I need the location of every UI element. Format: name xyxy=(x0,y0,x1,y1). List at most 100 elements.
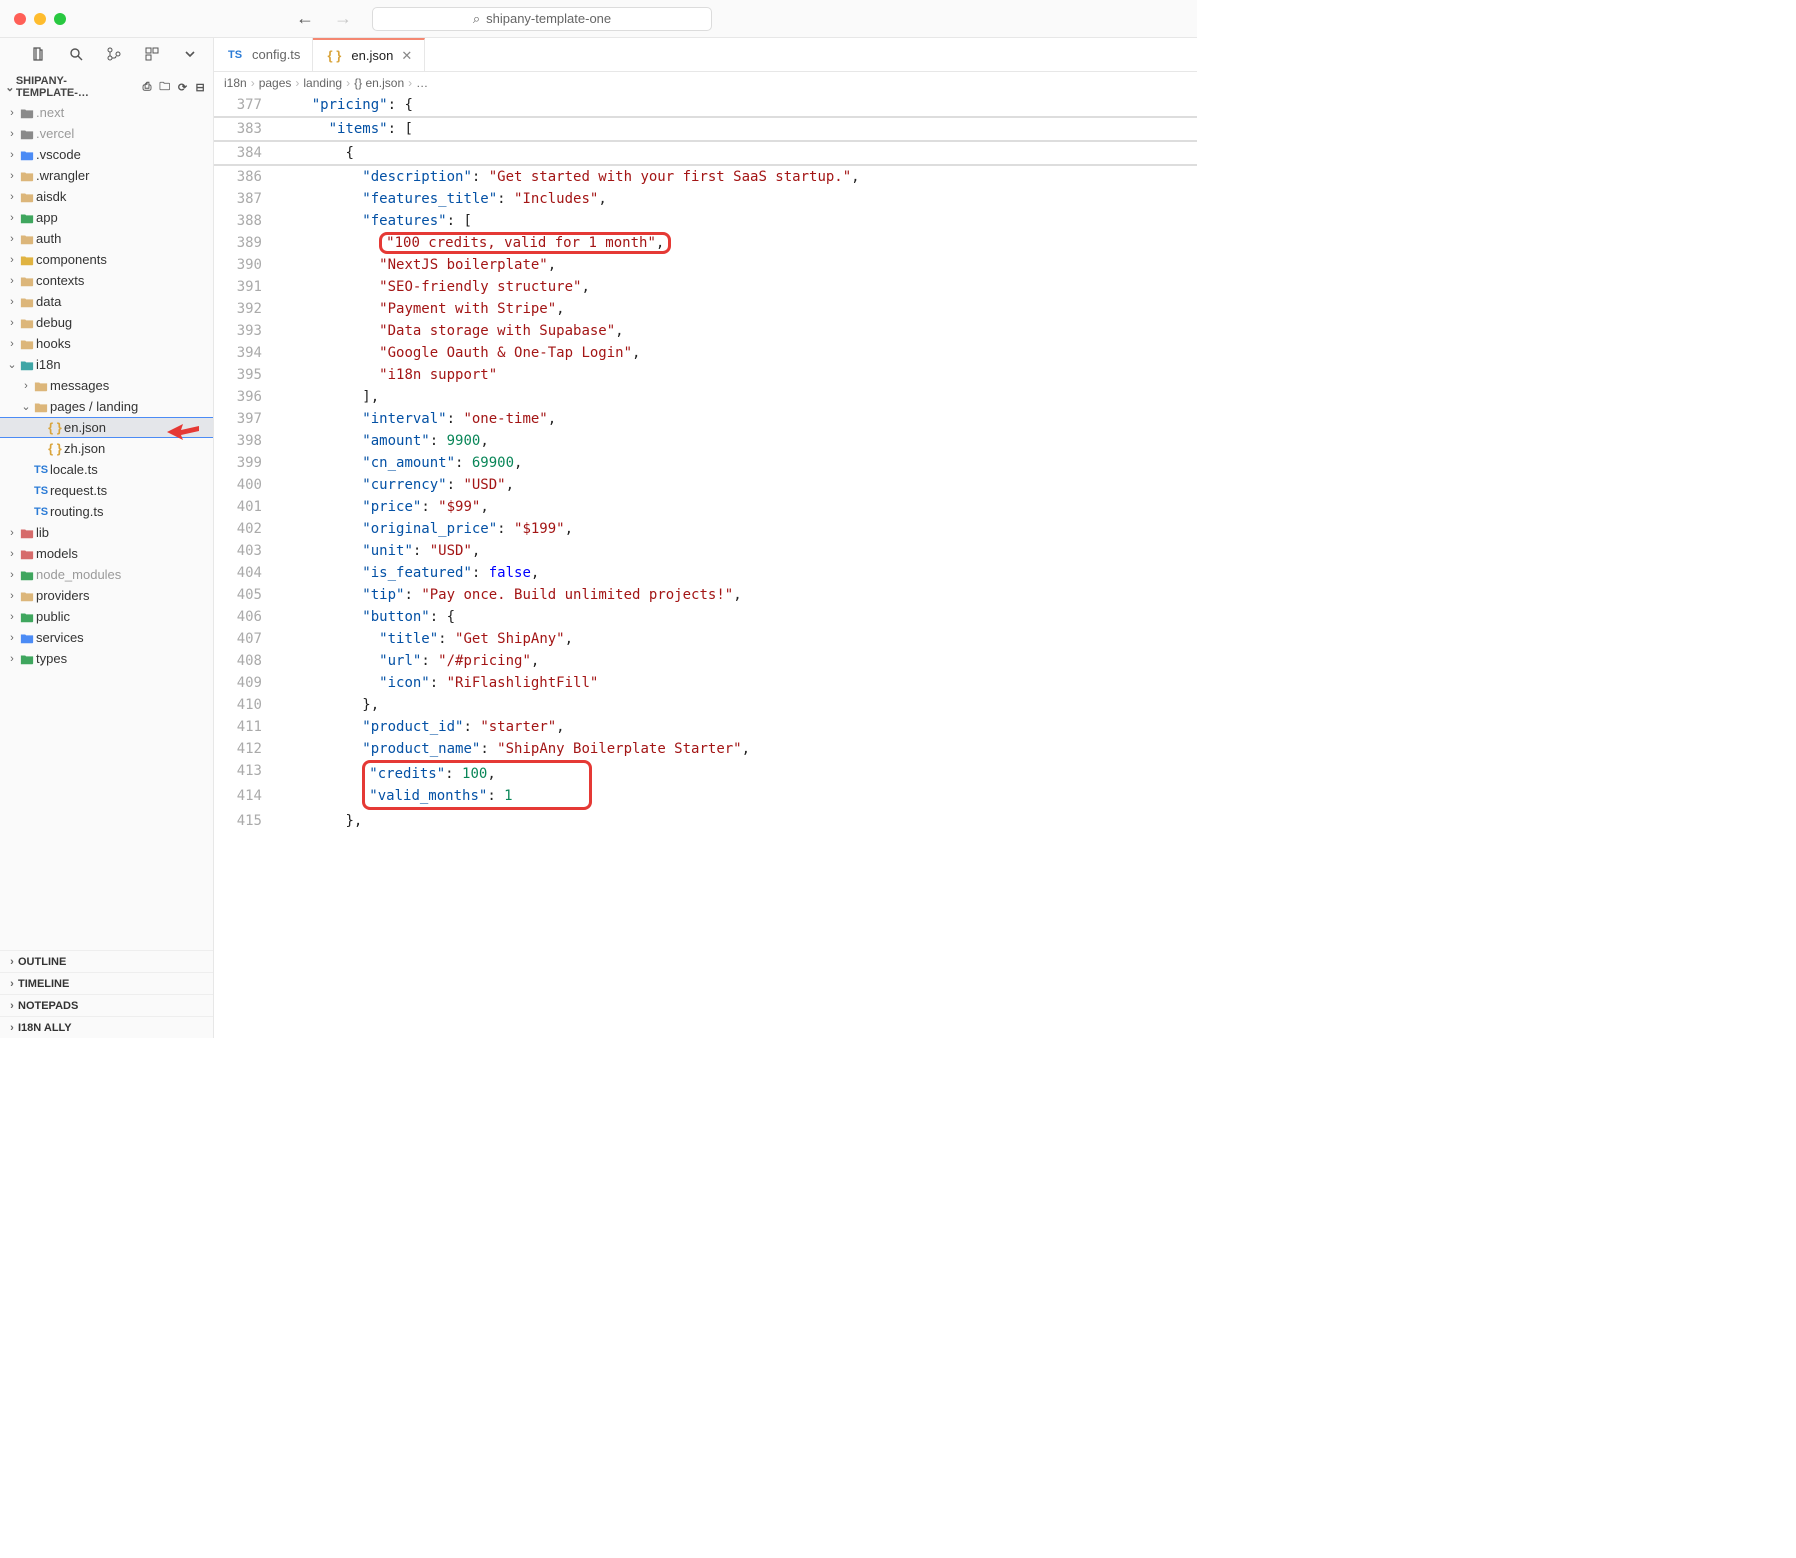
code-line[interactable]: 404 "is_featured": false, xyxy=(214,562,1197,584)
file-tree-item[interactable]: › app xyxy=(0,207,213,228)
breadcrumb-item[interactable]: landing xyxy=(303,76,342,90)
extensions-icon[interactable] xyxy=(144,46,160,65)
forward-icon[interactable]: → xyxy=(334,8,352,29)
file-tree-item[interactable]: ⌄ pages / landing xyxy=(0,396,213,417)
file-tree-item[interactable]: › aisdk xyxy=(0,186,213,207)
code-line[interactable]: 405 "tip": "Pay once. Build unlimited pr… xyxy=(214,584,1197,606)
refresh-icon[interactable]: ⟳ xyxy=(174,81,192,94)
code-line[interactable]: 387 "features_title": "Includes", xyxy=(214,188,1197,210)
sidebar: ⌄ SHIPANY-TEMPLATE-… ⎙ 🗀 ⟳ ⊟ › .next› .v… xyxy=(0,38,214,1038)
file-tree-item[interactable]: › models xyxy=(0,543,213,564)
code-line[interactable]: 415 }, xyxy=(214,810,1197,832)
close-dot[interactable] xyxy=(14,13,26,25)
file-tree-item[interactable]: › contexts xyxy=(0,270,213,291)
file-tree-item[interactable]: › messages xyxy=(0,375,213,396)
json-icon: { } xyxy=(46,441,64,456)
code-line[interactable]: 413 "credits": 100, xyxy=(214,760,1197,785)
file-tree-item[interactable]: { } en.json xyxy=(0,417,213,438)
code-line[interactable]: 397 "interval": "one-time", xyxy=(214,408,1197,430)
code-line[interactable]: 394 "Google Oauth & One-Tap Login", xyxy=(214,342,1197,364)
file-tree-item[interactable]: { } zh.json xyxy=(0,438,213,459)
explorer-header[interactable]: ⌄ SHIPANY-TEMPLATE-… ⎙ 🗀 ⟳ ⊟ xyxy=(0,72,213,102)
folder-blue-icon xyxy=(18,631,36,645)
breadcrumb-item[interactable]: … xyxy=(416,76,428,90)
code-line[interactable]: 395 "i18n support" xyxy=(214,364,1197,386)
file-tree-item[interactable]: › auth xyxy=(0,228,213,249)
file-tree-item[interactable]: › data xyxy=(0,291,213,312)
editor-tab[interactable]: { } en.json ✕ xyxy=(313,38,425,71)
breadcrumb-item[interactable]: i18n xyxy=(224,76,247,90)
file-tree-item[interactable]: › public xyxy=(0,606,213,627)
file-tree-item[interactable]: TS request.ts xyxy=(0,480,213,501)
section-i18n-ally[interactable]: ›I18N ALLY xyxy=(0,1016,213,1038)
maximize-dot[interactable] xyxy=(54,13,66,25)
file-tree-item[interactable]: › hooks xyxy=(0,333,213,354)
code-line[interactable]: 400 "currency": "USD", xyxy=(214,474,1197,496)
new-folder-icon[interactable]: 🗀 xyxy=(156,78,174,97)
file-tree-item[interactable]: › services xyxy=(0,627,213,648)
file-tree-item[interactable]: › types xyxy=(0,648,213,669)
code-line[interactable]: 407 "title": "Get ShipAny", xyxy=(214,628,1197,650)
folder-icon xyxy=(32,400,50,414)
code-line[interactable]: 403 "unit": "USD", xyxy=(214,540,1197,562)
file-label: aisdk xyxy=(36,189,66,204)
code-line[interactable]: 386 "description": "Get started with you… xyxy=(214,166,1197,188)
code-line[interactable]: 390 "NextJS boilerplate", xyxy=(214,254,1197,276)
code-line[interactable]: 402 "original_price": "$199", xyxy=(214,518,1197,540)
file-tree-item[interactable]: › .vscode xyxy=(0,144,213,165)
file-tree-item[interactable]: › debug xyxy=(0,312,213,333)
breadcrumb[interactable]: i18n›pages›landing›{} en.json›… xyxy=(214,72,1197,94)
file-tree-item[interactable]: › providers xyxy=(0,585,213,606)
code-line[interactable]: 383 "items": [ xyxy=(214,118,1197,142)
code-line[interactable]: 393 "Data storage with Supabase", xyxy=(214,320,1197,342)
code-line[interactable]: 391 "SEO-friendly structure", xyxy=(214,276,1197,298)
command-center[interactable]: ⌕ shipany-template-one xyxy=(372,7,712,31)
code-line[interactable]: 388 "features": [ xyxy=(214,210,1197,232)
close-icon[interactable]: ✕ xyxy=(401,48,412,64)
file-tree-item[interactable]: › .wrangler xyxy=(0,165,213,186)
explorer-icon[interactable] xyxy=(30,46,46,65)
source-control-icon[interactable] xyxy=(106,46,122,65)
code-line[interactable]: 392 "Payment with Stripe", xyxy=(214,298,1197,320)
back-icon[interactable]: ← xyxy=(296,8,314,29)
code-line[interactable]: 411 "product_id": "starter", xyxy=(214,716,1197,738)
file-tree-item[interactable]: › .vercel xyxy=(0,123,213,144)
code-line[interactable]: 377 "pricing": { xyxy=(214,94,1197,118)
file-tree-item[interactable]: › .next xyxy=(0,102,213,123)
code-line[interactable]: 389 "100 credits, valid for 1 month", xyxy=(214,232,1197,254)
file-tree-item[interactable]: ⌄ i18n xyxy=(0,354,213,375)
code-line[interactable]: 406 "button": { xyxy=(214,606,1197,628)
code-editor[interactable]: 377 "pricing": {383 "items": [384 {386 "… xyxy=(214,94,1197,1038)
chevron-down-icon[interactable] xyxy=(182,46,198,65)
file-tree-item[interactable]: › lib xyxy=(0,522,213,543)
tree-twist-icon: ⌄ xyxy=(20,400,32,413)
breadcrumb-item[interactable]: pages xyxy=(259,76,292,90)
section-timeline[interactable]: ›TIMELINE xyxy=(0,972,213,994)
code-line[interactable]: 401 "price": "$99", xyxy=(214,496,1197,518)
line-content: ], xyxy=(276,386,379,408)
tree-twist-icon: › xyxy=(6,275,18,287)
section-notepads[interactable]: ›NOTEPADS xyxy=(0,994,213,1016)
search-panel-icon[interactable] xyxy=(68,46,84,65)
file-tree-item[interactable]: › components xyxy=(0,249,213,270)
minimize-dot[interactable] xyxy=(34,13,46,25)
editor-tab[interactable]: TS config.ts xyxy=(214,38,313,71)
code-line[interactable]: 398 "amount": 9900, xyxy=(214,430,1197,452)
breadcrumb-item[interactable]: {} en.json xyxy=(354,76,404,90)
code-line[interactable]: 399 "cn_amount": 69900, xyxy=(214,452,1197,474)
code-line[interactable]: 384 { xyxy=(214,142,1197,166)
collapse-icon[interactable]: ⊟ xyxy=(191,81,209,94)
code-line[interactable]: 414 "valid_months": 1 xyxy=(214,785,1197,810)
file-tree-item[interactable]: TS routing.ts xyxy=(0,501,213,522)
folder-green-icon xyxy=(18,211,36,225)
code-line[interactable]: 412 "product_name": "ShipAny Boilerplate… xyxy=(214,738,1197,760)
section-outline[interactable]: ›OUTLINE xyxy=(0,950,213,972)
file-label: .vscode xyxy=(36,147,81,162)
code-line[interactable]: 409 "icon": "RiFlashlightFill" xyxy=(214,672,1197,694)
file-tree-item[interactable]: TS locale.ts xyxy=(0,459,213,480)
code-line[interactable]: 396 ], xyxy=(214,386,1197,408)
code-line[interactable]: 410 }, xyxy=(214,694,1197,716)
code-line[interactable]: 408 "url": "/#pricing", xyxy=(214,650,1197,672)
new-file-icon[interactable]: ⎙ xyxy=(138,81,156,94)
file-tree-item[interactable]: › node_modules xyxy=(0,564,213,585)
